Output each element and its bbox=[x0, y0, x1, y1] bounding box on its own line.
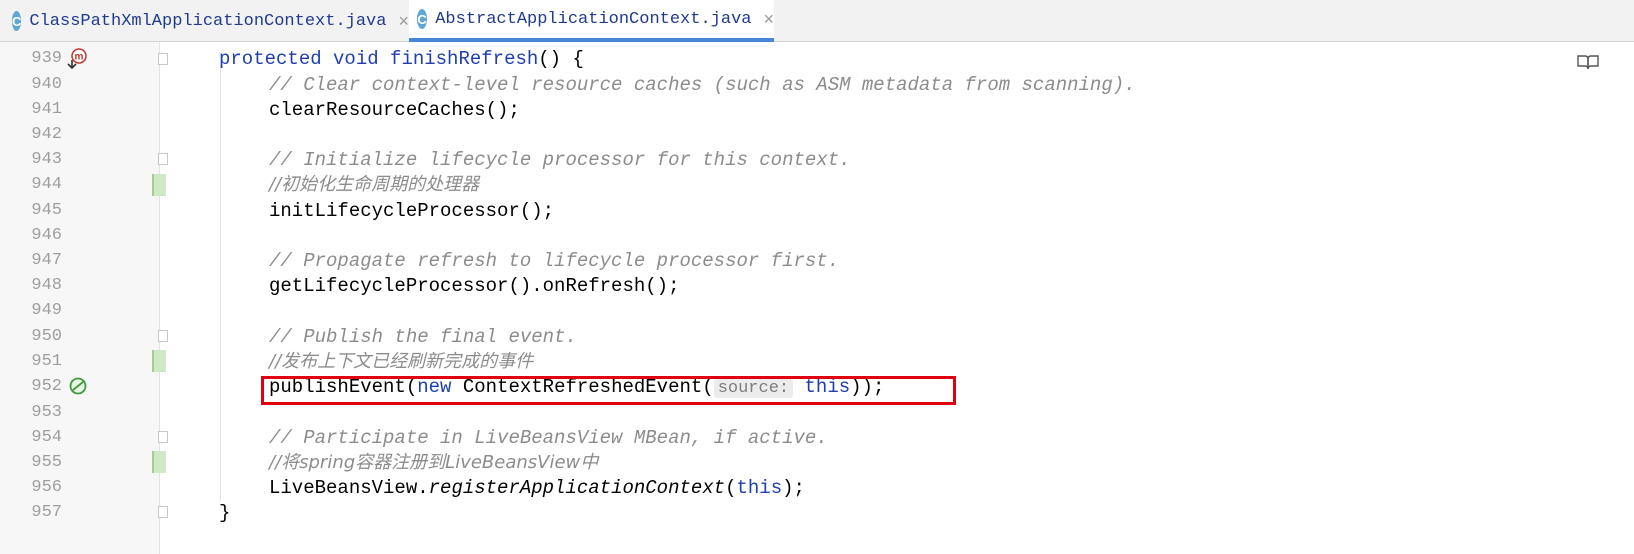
code-comment: //发布上下文已经刷新完成的事件 bbox=[269, 351, 534, 372]
code-statement: initLifecycleProcessor(); bbox=[269, 200, 555, 222]
closing-brace: } bbox=[219, 502, 231, 524]
code-editor[interactable]: protected void finishRefresh() { // Clea… bbox=[0, 0, 1634, 554]
code-comment: // Publish the final event. bbox=[269, 326, 577, 348]
code-statement: clearResourceCaches(); bbox=[269, 99, 520, 121]
highlight-box bbox=[261, 376, 956, 405]
code-comment: // Initialize lifecycle processor for th… bbox=[269, 149, 851, 171]
method-name: finishRefresh bbox=[390, 48, 539, 70]
code-comment: // Propagate refresh to lifecycle proces… bbox=[269, 250, 840, 272]
code-comment: //初始化生命周期的处理器 bbox=[269, 174, 480, 195]
code-comment: //将spring容器注册到LiveBeansView中 bbox=[269, 452, 599, 473]
code-line-956: LiveBeansView.registerApplicationContext… bbox=[269, 475, 805, 501]
keyword: void bbox=[333, 48, 379, 70]
code-comment: // Clear context-level resource caches (… bbox=[269, 74, 1136, 96]
code-text: ( bbox=[725, 477, 737, 499]
code-line-939: protected void finishRefresh() { bbox=[219, 46, 584, 72]
code-comment: // Participate in LiveBeansView MBean, i… bbox=[269, 427, 828, 449]
keyword: this bbox=[736, 477, 783, 499]
code-text: ); bbox=[782, 477, 805, 499]
code-text: () { bbox=[538, 48, 584, 70]
keyword: protected bbox=[219, 48, 322, 70]
code-text: LiveBeansView. bbox=[269, 477, 429, 499]
static-method-name: registerApplicationContext bbox=[428, 477, 726, 499]
code-statement: getLifecycleProcessor().onRefresh(); bbox=[269, 275, 680, 297]
